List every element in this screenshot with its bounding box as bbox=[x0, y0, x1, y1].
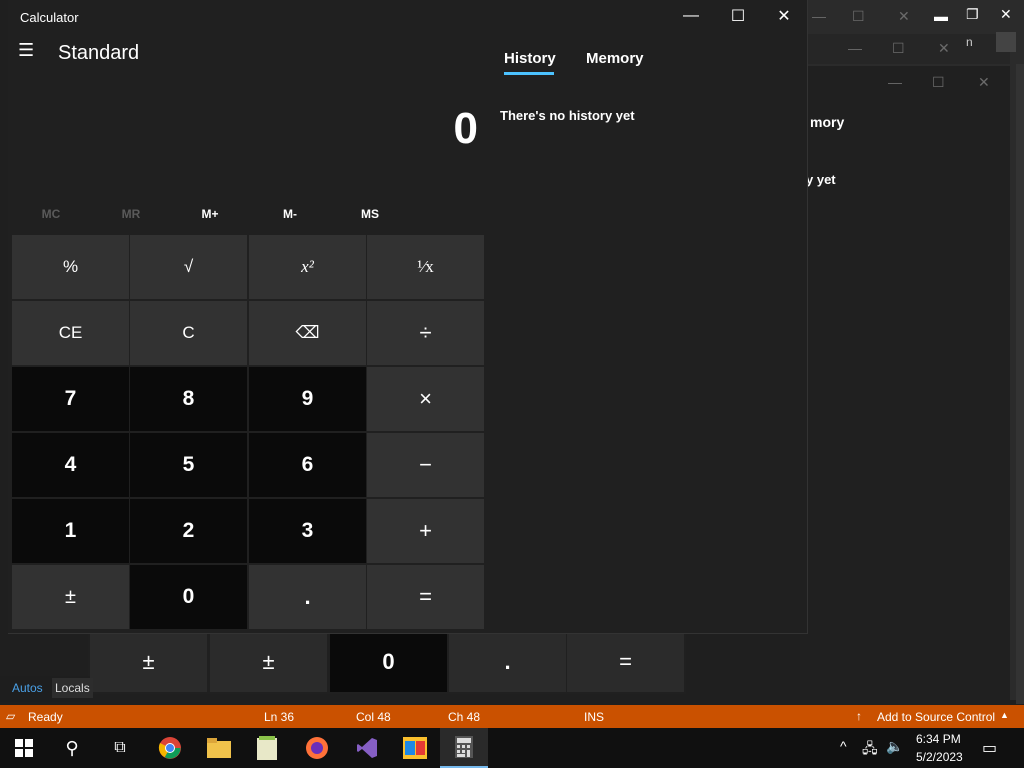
user-icon[interactable] bbox=[996, 32, 1016, 52]
memory-recall-button[interactable]: MR bbox=[92, 200, 170, 228]
memory-clear-button[interactable]: MC bbox=[12, 200, 90, 228]
minimize-icon[interactable]: — bbox=[812, 8, 826, 24]
key-decimal[interactable]: . bbox=[249, 565, 366, 629]
close-icon[interactable]: ✕ bbox=[1000, 6, 1012, 23]
tab-memory[interactable]: Memory bbox=[586, 50, 644, 67]
tab-history-indicator bbox=[504, 72, 554, 75]
key-5[interactable]: 5 bbox=[130, 433, 247, 497]
maximize-button[interactable]: ☐ bbox=[715, 0, 761, 32]
search-icon[interactable]: ⚲ bbox=[48, 728, 96, 768]
firefox-icon[interactable] bbox=[293, 728, 341, 768]
key-clear[interactable]: C bbox=[130, 301, 247, 365]
key-square[interactable]: x² bbox=[249, 235, 366, 299]
key-0[interactable]: 0 bbox=[130, 565, 247, 629]
key-equals[interactable]: = bbox=[367, 565, 484, 629]
status-ins: INS bbox=[584, 710, 605, 724]
close-button[interactable]: ✕ bbox=[761, 0, 807, 32]
maximize-icon[interactable]: ☐ bbox=[892, 40, 905, 57]
maximize-icon[interactable]: ☐ bbox=[932, 74, 945, 91]
status-col: Col 48 bbox=[356, 710, 391, 724]
maximize-icon[interactable]: ☐ bbox=[852, 8, 865, 25]
minimize-icon[interactable]: — bbox=[848, 40, 862, 56]
key-4[interactable]: 4 bbox=[12, 433, 129, 497]
clock-time[interactable]: 6:34 PM bbox=[916, 732, 961, 746]
key-multiply[interactable]: × bbox=[367, 367, 484, 431]
key-percent[interactable]: % bbox=[12, 235, 129, 299]
key-6[interactable]: 6 bbox=[249, 433, 366, 497]
key-divide[interactable]: ÷ bbox=[367, 301, 484, 365]
minimize-icon[interactable]: ▬ bbox=[934, 8, 948, 24]
background-calculator-window bbox=[800, 66, 1010, 706]
key-reciprocal[interactable]: ¹⁄x bbox=[367, 235, 484, 299]
key-0-ghost[interactable]: 0 bbox=[330, 632, 447, 692]
backspace-icon[interactable]: ⌫ bbox=[249, 301, 366, 365]
volume-icon[interactable]: 🔈 bbox=[886, 738, 903, 755]
key-3[interactable]: 3 bbox=[249, 499, 366, 563]
taskbar: ⚲ ⧉ ^ 🖧 🔈 6:34 PM 5/2/2023 ▭ bbox=[0, 728, 1024, 768]
display-value: 0 bbox=[453, 104, 478, 153]
scrollbar[interactable] bbox=[1016, 64, 1024, 704]
notepad-plus-icon[interactable] bbox=[243, 728, 291, 768]
key-negate-ghost[interactable]: ± bbox=[90, 632, 207, 692]
key-8[interactable]: 8 bbox=[130, 367, 247, 431]
key-2[interactable]: 2 bbox=[130, 499, 247, 563]
task-view-icon[interactable]: ⧉ bbox=[96, 728, 144, 768]
close-icon[interactable]: ✕ bbox=[978, 74, 990, 91]
tab-locals[interactable]: Locals bbox=[52, 678, 93, 698]
partial-text: n bbox=[966, 35, 973, 49]
key-negate[interactable]: ± bbox=[12, 565, 129, 629]
memory-subtract-button[interactable]: M- bbox=[251, 200, 329, 228]
key-subtract[interactable]: − bbox=[367, 433, 484, 497]
status-line: Ln 36 bbox=[264, 710, 295, 724]
file-explorer-icon[interactable] bbox=[195, 728, 243, 768]
clock-date[interactable]: 5/2/2023 bbox=[916, 750, 963, 764]
tab-autos[interactable]: Autos bbox=[12, 681, 43, 695]
media-app-icon[interactable] bbox=[391, 728, 439, 768]
history-text-partial: y yet bbox=[806, 172, 836, 187]
chevron-up-icon[interactable]: ^ bbox=[840, 738, 847, 754]
key-7[interactable]: 7 bbox=[12, 367, 129, 431]
status-bar: ▱ Ready Ln 36 Col 48 Ch 48 INS ↑ Add to … bbox=[0, 705, 1024, 728]
key-equals-ghost[interactable]: = bbox=[567, 632, 684, 692]
restore-icon[interactable]: ❐ bbox=[966, 6, 979, 23]
network-icon[interactable]: 🖧 bbox=[862, 738, 878, 762]
calculator-icon[interactable] bbox=[440, 728, 488, 768]
key-negate-ghost[interactable]: ± bbox=[210, 632, 327, 692]
memory-tab-partial: mory bbox=[810, 114, 845, 130]
key-decimal-ghost[interactable]: . bbox=[449, 632, 566, 692]
key-9[interactable]: 9 bbox=[249, 367, 366, 431]
close-icon[interactable]: ✕ bbox=[938, 40, 950, 57]
background-window-bar bbox=[800, 34, 1010, 64]
key-add[interactable]: + bbox=[367, 499, 484, 563]
minimize-button[interactable]: — bbox=[668, 0, 714, 32]
history-empty-text: There's no history yet bbox=[500, 108, 635, 123]
ready-icon: ▱ bbox=[6, 709, 16, 723]
arrow-up-icon: ↑ bbox=[856, 709, 862, 723]
visual-studio-icon[interactable] bbox=[343, 728, 391, 768]
close-icon[interactable]: ✕ bbox=[898, 8, 910, 25]
mode-title: Standard bbox=[58, 42, 140, 64]
notification-icon[interactable]: ▭ bbox=[982, 738, 997, 758]
hamburger-menu-icon[interactable]: ☰ bbox=[18, 40, 34, 61]
memory-add-button[interactable]: M+ bbox=[171, 200, 249, 228]
caret-up-icon: ▲ bbox=[1000, 710, 1009, 720]
minimize-icon[interactable]: — bbox=[888, 74, 902, 90]
add-to-source-control-button[interactable]: Add to Source Control bbox=[877, 710, 995, 724]
key-clear-entry[interactable]: CE bbox=[12, 301, 129, 365]
status-ready: Ready bbox=[28, 710, 63, 724]
status-ch: Ch 48 bbox=[448, 710, 481, 724]
chrome-icon[interactable] bbox=[146, 728, 194, 768]
calculator-window: Calculator — ☐ ✕ ☰ Standard 0 MC MR M+ M… bbox=[8, 0, 808, 634]
key-sqrt[interactable]: √ bbox=[130, 235, 247, 299]
memory-store-button[interactable]: MS bbox=[331, 200, 409, 228]
windows-start-icon[interactable] bbox=[0, 728, 48, 768]
key-1[interactable]: 1 bbox=[12, 499, 129, 563]
tab-history[interactable]: History bbox=[504, 50, 556, 67]
window-title: Calculator bbox=[20, 10, 79, 25]
